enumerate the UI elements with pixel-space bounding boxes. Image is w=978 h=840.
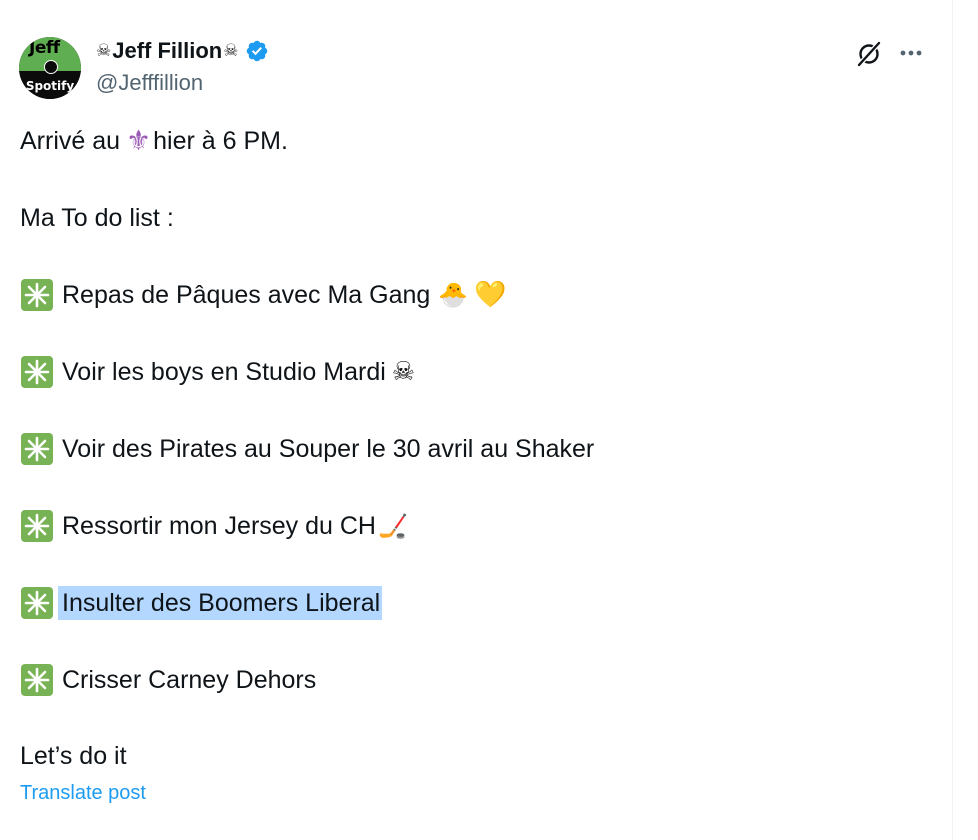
author-handle[interactable]: @Jefffillion	[96, 70, 203, 96]
yellow-heart-icon: 💛	[474, 280, 507, 310]
author-display-name[interactable]: Jeff Fillion	[112, 38, 222, 64]
todo-item: Voir les boys en Studio Mardi ☠	[20, 355, 415, 389]
todo-item-text: Voir des Pirates au Souper le 30 avril a…	[62, 435, 595, 463]
author-name-row[interactable]: ☠ Jeff Fillion ☠	[96, 38, 269, 64]
todo-item: Insulter des Boomers Liberal	[20, 586, 383, 620]
sparkle-icon	[21, 587, 53, 619]
avatar-bottom-text: Spotify	[25, 79, 75, 93]
todo-item-text-selected: Insulter des Boomers Liberal	[58, 586, 383, 620]
sparkle-icon	[21, 664, 53, 696]
post-text-segment: Let’s do it	[20, 742, 127, 770]
skull-crossbones-icon: ☠	[223, 40, 239, 61]
skull-crossbones-icon: ☠	[96, 40, 112, 61]
verified-badge-icon[interactable]	[245, 39, 269, 63]
translate-post-link[interactable]: Translate post	[20, 782, 146, 805]
todo-item: Repas de Pâques avec Ma Gang 🐣 💛	[20, 278, 507, 312]
todo-item-text: Voir les boys en Studio Mardi	[62, 358, 386, 386]
avatar[interactable]: Jeff Spotify	[19, 37, 81, 99]
post-text-segment: hier à 6 PM.	[153, 127, 288, 155]
todo-item: Voir des Pirates au Souper le 30 avril a…	[20, 432, 594, 466]
post-line-closing: Let’s do it	[20, 739, 127, 773]
sparkle-icon	[21, 279, 53, 311]
hatching-chick-icon: 🐣	[438, 281, 469, 309]
column-divider	[952, 0, 953, 840]
post-line-arrival: Arrivé au ⚜ hier à 6 PM.	[20, 124, 288, 158]
post-line-todo-heading: Ma To do list :	[20, 201, 174, 235]
spotify-logo-icon	[44, 60, 58, 74]
avatar-top-text: Jeff	[29, 38, 60, 58]
post: Jeff Spotify ☠ Jeff Fillion ☠ @Jefffilli…	[0, 0, 952, 840]
sparkle-icon	[21, 356, 53, 388]
todo-item: Crisser Carney Dehors	[20, 663, 316, 697]
post-text-segment: Ma To do list :	[20, 204, 174, 232]
post-text-segment: Arrivé au	[20, 127, 121, 155]
todo-item-text: Repas de Pâques avec Ma Gang	[62, 281, 431, 309]
todo-item: Ressortir mon Jersey du CH 🏒	[20, 509, 408, 543]
hockey-stick-icon: 🏒	[377, 512, 408, 540]
avatar-bottom-wrap: Spotify	[19, 75, 81, 94]
sparkle-icon	[21, 433, 53, 465]
skull-crossbones-icon: ☠	[391, 357, 416, 387]
fleur-de-lis-icon: ⚜	[126, 124, 152, 157]
more-horizontal-icon[interactable]	[896, 40, 926, 66]
todo-item-text: Ressortir mon Jersey du CH	[62, 512, 376, 540]
todo-item-text: Crisser Carney Dehors	[62, 666, 317, 694]
grok-icon[interactable]	[855, 40, 883, 68]
sparkle-icon	[21, 510, 53, 542]
